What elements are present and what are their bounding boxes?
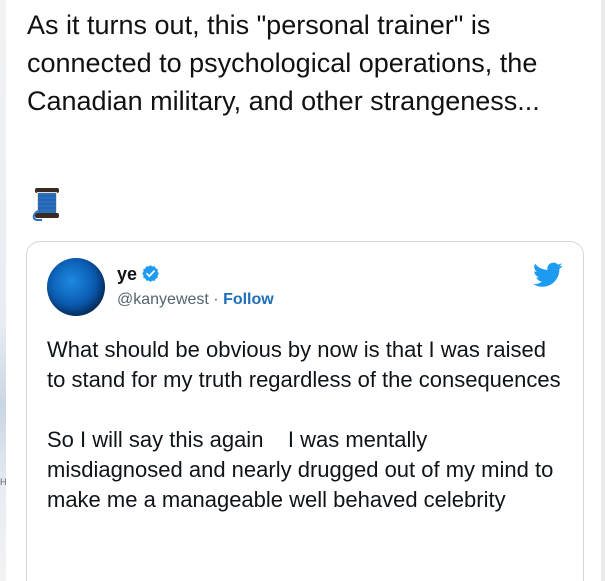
screenshot-page: H As it turns out, this "personal traine… xyxy=(0,0,605,581)
twitter-bird-icon[interactable] xyxy=(533,262,563,288)
left-edge-marker: H xyxy=(0,477,7,487)
author-name[interactable]: ye xyxy=(117,264,137,285)
post-text: As it turns out, this "personal trainer"… xyxy=(27,10,540,116)
handle-separator: · xyxy=(208,291,224,308)
spool-of-thread-icon xyxy=(32,188,59,221)
avatar[interactable] xyxy=(47,258,105,316)
author-handle[interactable]: @kanyewest xyxy=(117,291,209,308)
right-scroll-edge[interactable] xyxy=(601,0,605,581)
embedded-tweet-text: What should be obvious by now is that I … xyxy=(47,337,561,512)
handle-row: @kanyewest · Follow xyxy=(117,291,274,309)
left-window-edge xyxy=(0,0,6,581)
follow-link[interactable]: Follow xyxy=(223,291,274,308)
embedded-tweet-card[interactable]: ye @kanyewest · Follow What should be ob… xyxy=(26,241,584,581)
verified-badge-icon xyxy=(142,265,159,282)
